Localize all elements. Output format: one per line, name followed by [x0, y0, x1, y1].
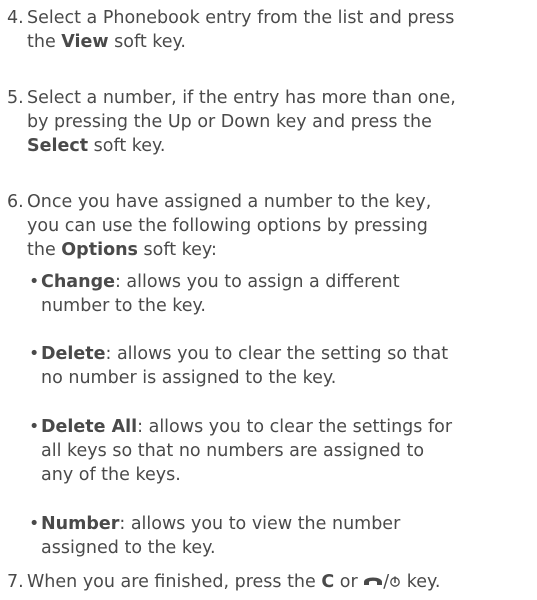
step-line: the Options soft key: — [27, 240, 217, 260]
option-label: Delete — [41, 344, 106, 364]
option-line: number to the key. — [41, 296, 206, 316]
soft-key-name: View — [61, 32, 109, 52]
step-line: When you are finished, press the C or / … — [27, 571, 441, 592]
option-line: assigned to the key. — [41, 538, 216, 558]
option-line: any of the keys. — [41, 465, 181, 485]
bullet-dot: • — [29, 272, 40, 292]
end-call-icon — [363, 571, 383, 585]
step-line: Select a Phonebook entry from the list a… — [27, 8, 455, 28]
step-number: 7. — [7, 572, 24, 592]
option-line: Delete All: allows you to clear the sett… — [41, 417, 453, 437]
option-line: all keys so that no numbers are assigned… — [41, 441, 425, 461]
option-label: Delete All — [41, 417, 138, 437]
option-line: Change: allows you to assign a different — [41, 272, 400, 292]
step-number: 4. — [7, 8, 24, 28]
step-line: Select soft key. — [27, 136, 166, 156]
step-line: you can use the following options by pre… — [27, 216, 428, 236]
manual-page: 4. Select a Phonebook entry from the lis… — [0, 0, 537, 600]
option-label: Change — [41, 272, 115, 292]
step-text: Select a number, if the entry has more t… — [27, 86, 537, 158]
step-line: the View soft key. — [27, 32, 186, 52]
bullet-dot: • — [29, 417, 40, 437]
option-line: Delete: allows you to clear the setting … — [41, 344, 449, 364]
power-icon — [389, 572, 401, 592]
step-text: Select a Phonebook entry from the list a… — [27, 6, 537, 54]
step-line: by pressing the Up or Down key and press… — [27, 112, 432, 132]
option-line: no number is assigned to the key. — [41, 368, 337, 388]
step-number: 6. — [7, 192, 24, 212]
option-line: Number: allows you to view the number — [41, 514, 401, 534]
step-line: Once you have assigned a number to the k… — [27, 192, 432, 212]
bullet-dot: • — [29, 344, 40, 364]
step-text: When you are finished, press the C or / … — [27, 570, 537, 594]
soft-key-name: Options — [61, 240, 138, 260]
bullet-dot: • — [29, 514, 40, 534]
key-name: C — [321, 572, 335, 592]
step-text: Once you have assigned a number to the k… — [27, 190, 537, 262]
soft-key-name: Select — [27, 136, 89, 156]
step-number: 5. — [7, 88, 24, 108]
step-line: Select a number, if the entry has more t… — [27, 88, 456, 108]
option-label: Number — [41, 514, 120, 534]
